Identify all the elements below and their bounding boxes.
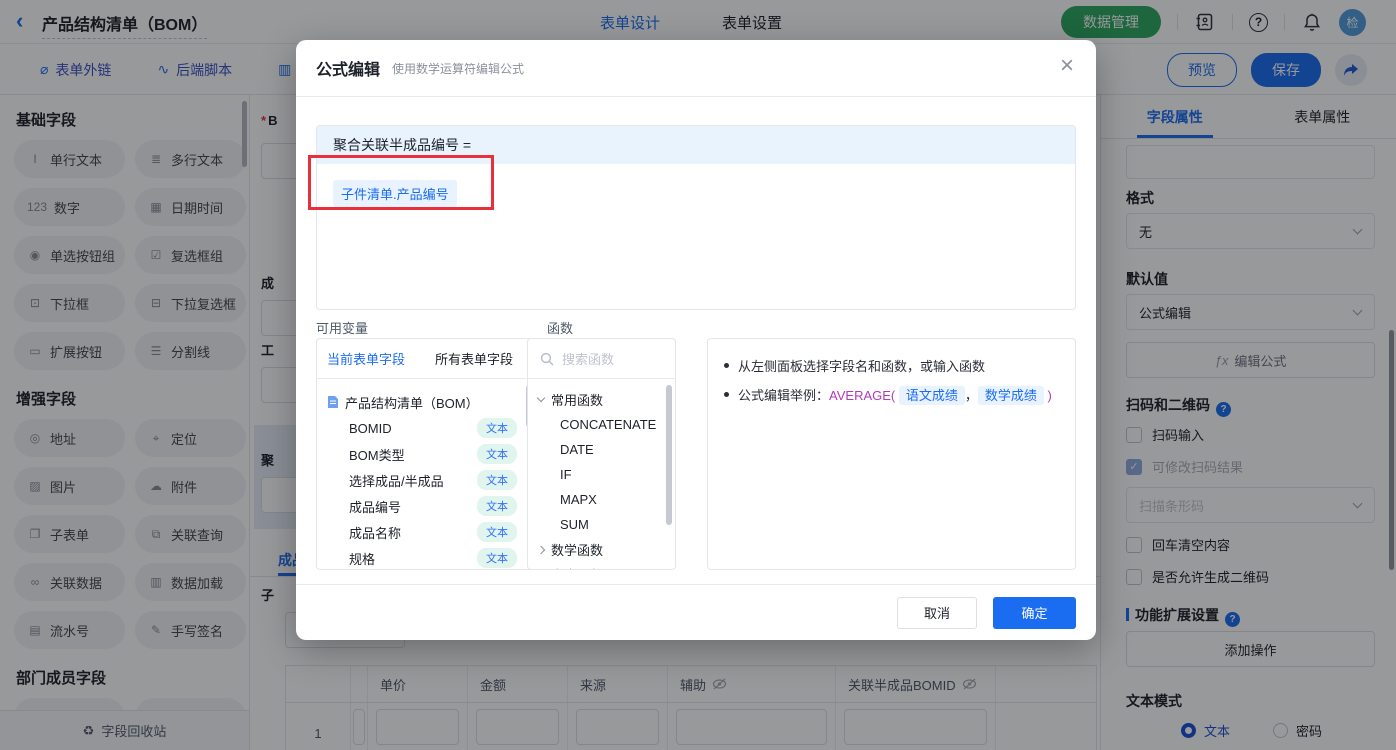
cancel-button[interactable]: 取消 <box>897 596 977 629</box>
search-icon <box>540 352 554 366</box>
search-placeholder: 搜索函数 <box>562 352 615 367</box>
function-item[interactable]: SUM <box>538 512 675 537</box>
function-item[interactable]: CONCATENATE <box>538 412 675 437</box>
variable-type-badge: 文本 <box>477 548 517 568</box>
chevron-down-icon <box>536 393 546 403</box>
example-token: 数学成绩 <box>977 386 1044 405</box>
variable-field-row[interactable]: 成品编号 文本 <box>327 493 525 519</box>
bullet-icon <box>724 392 729 397</box>
variable-type-badge: 文本 <box>477 444 517 464</box>
variable-field-row[interactable]: 成品名称 文本 <box>327 519 525 545</box>
example-token: 语文成绩 <box>898 386 965 405</box>
tips-content: 从左侧面板选择字段名和函数，或输入函数 公式编辑举例：AVERAGE( 语文成绩… <box>708 339 1075 423</box>
variable-field-name: 选择成品/半成品 <box>349 473 444 489</box>
confirm-button[interactable]: 确定 <box>993 596 1076 629</box>
function-group-math[interactable]: 数学函数 <box>536 537 675 562</box>
variable-type-badge: 文本 <box>477 496 517 516</box>
tip-line-1: 从左侧面板选择字段名和函数，或输入函数 <box>724 352 1059 381</box>
functions-label: 函数 <box>547 321 574 336</box>
variable-field-row[interactable]: BOM类型 文本 <box>327 441 525 467</box>
chevron-right-icon <box>536 545 546 554</box>
group-label: 常用函数 <box>551 393 604 408</box>
bullet-icon <box>724 363 729 368</box>
tree-root-node[interactable]: 产品结构清单（BOM） <box>327 389 525 415</box>
group-label: 数学函数 <box>551 543 604 558</box>
tab-all-form-fields[interactable]: 所有表单字段 <box>433 349 515 368</box>
function-item[interactable]: MAPX <box>538 487 675 512</box>
example-function-open: AVERAGE( <box>829 388 896 403</box>
variables-label: 可用变量 <box>316 321 369 336</box>
variable-field-name: BOMID <box>349 420 392 436</box>
tip-line-2: 公式编辑举例：AVERAGE( 语文成绩，数学成绩 ) <box>724 381 1059 410</box>
tab-current-form-fields[interactable]: 当前表单字段 <box>325 349 407 368</box>
variable-type-badge: 文本 <box>477 418 517 438</box>
close-icon[interactable]: × <box>1060 54 1074 78</box>
variable-type-badge: 文本 <box>477 470 517 490</box>
variable-field-name: 成品编号 <box>349 499 402 515</box>
variable-field-name: BOM类型 <box>349 447 405 463</box>
tips-panel: 从左侧面板选择字段名和函数，或输入函数 公式编辑举例：AVERAGE( 语文成绩… <box>707 338 1076 570</box>
common-function-items: CONCATENATE DATE IF MAPX SUM <box>538 412 675 537</box>
variable-field-row[interactable]: BOMID 文本 <box>327 415 525 441</box>
variable-field-list: BOMID 文本 BOM类型 文本 选择成品/半成品 文本 成品编号 文本 成品… <box>327 415 525 569</box>
function-group-common[interactable]: 常用函数 <box>536 387 675 412</box>
variable-type-badge: 文本 <box>477 522 517 542</box>
variable-field-row[interactable]: 规格 文本 <box>327 545 525 569</box>
dialog-header: 公式编辑 使用数学运算符编辑公式 × <box>296 40 1096 97</box>
document-icon <box>328 396 338 408</box>
function-item[interactable]: IF <box>538 462 675 487</box>
variable-field-name: 规格 <box>349 551 376 567</box>
variable-field-row[interactable]: 选择成品/半成品 文本 <box>327 467 525 493</box>
function-group-text[interactable]: 文本函数 <box>538 562 675 569</box>
formula-edit-dialog: 公式编辑 使用数学运算符编辑公式 × 聚合关联半成品编号 = 子件清单.产品编号… <box>296 40 1096 640</box>
example-function-close: ) <box>1047 388 1052 403</box>
tree-root-label: 产品结构清单（BOM） <box>345 395 479 411</box>
function-search-input[interactable]: 搜索函数 <box>528 339 675 379</box>
dialog-footer: 取消 确定 <box>296 584 1096 640</box>
function-item[interactable]: DATE <box>538 437 675 462</box>
function-list: 常用函数 CONCATENATE DATE IF MAPX SUM 数学函数 <box>528 379 675 569</box>
dialog-title: 公式编辑 <box>316 62 381 79</box>
variable-tabs: 当前表单字段 所有表单字段 <box>317 339 535 379</box>
variables-panel: 当前表单字段 所有表单字段 产品结构清单（BOM） BOMID 文本 BOM类型 <box>316 338 536 570</box>
functions-scrollbar[interactable] <box>666 385 672 525</box>
variable-field-name: 成品名称 <box>349 525 402 541</box>
variable-tree: 产品结构清单（BOM） BOMID 文本 BOM类型 文本 选择成品/半成品 文… <box>317 379 535 569</box>
annotation-highlight-box <box>308 155 494 210</box>
group-label: 文本函数 <box>551 565 603 569</box>
functions-panel: 搜索函数 常用函数 CONCATENATE DATE IF MAPX SUM 数… <box>527 338 676 570</box>
dialog-subtitle: 使用数学运算符编辑公式 <box>392 61 525 76</box>
formula-editor[interactable]: 聚合关联半成品编号 = 子件清单.产品编号 <box>316 125 1076 310</box>
